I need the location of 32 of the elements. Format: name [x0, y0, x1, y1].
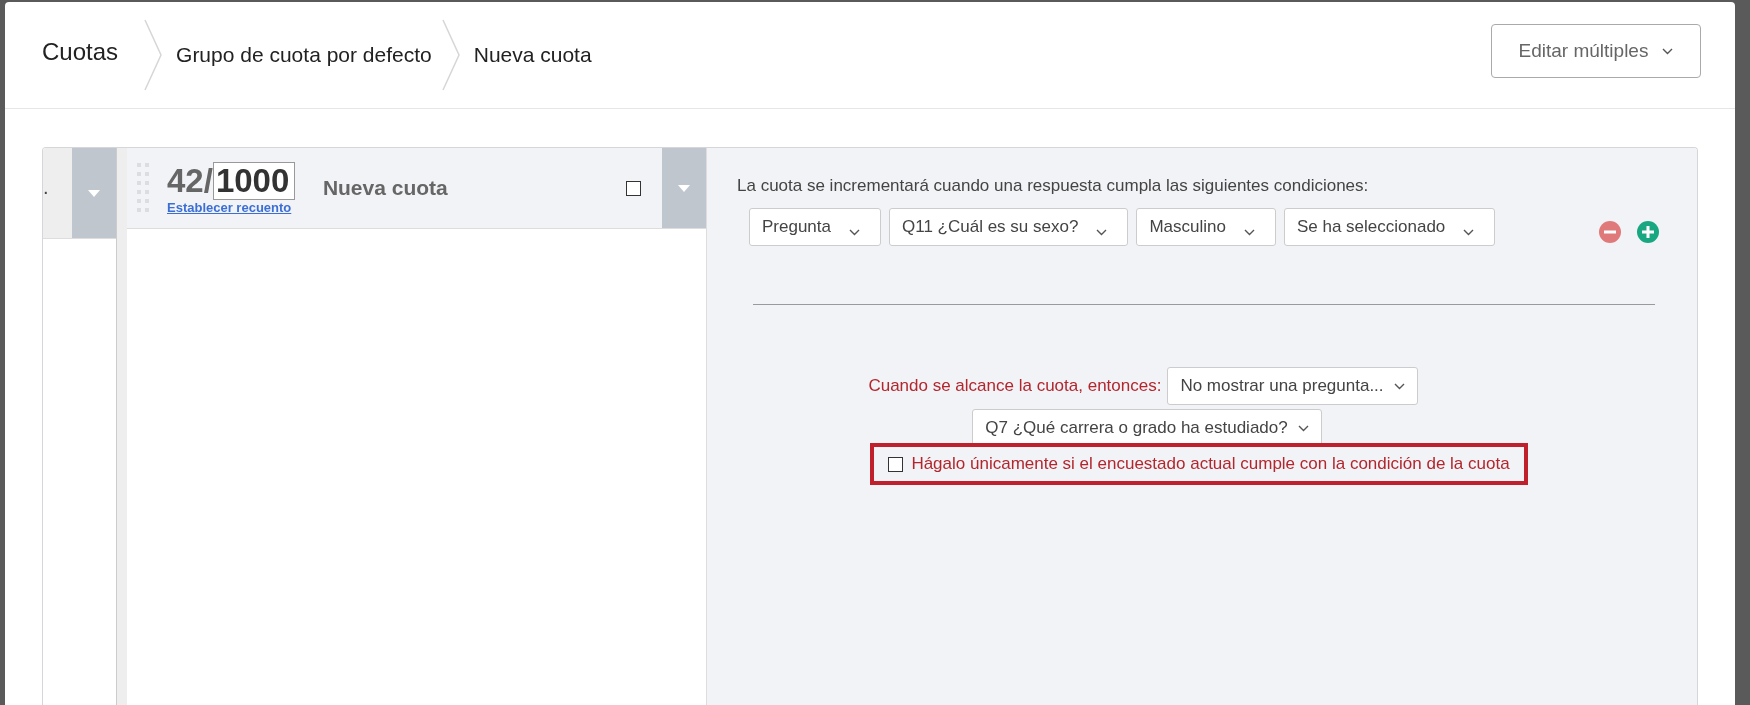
add-condition-icon[interactable] [1637, 221, 1659, 243]
breadcrumb-separator-icon [144, 19, 163, 91]
condition-dropdown[interactable]: Q11 ¿Cuál es su sexo? [889, 208, 1129, 246]
breadcrumb-separator-icon [441, 19, 460, 91]
checkbox[interactable] [888, 456, 904, 472]
chevron-down-icon [1243, 228, 1255, 236]
action-dropdown[interactable]: No mostrar una pregunta... [1167, 367, 1418, 405]
page-title: Cuotas [42, 38, 119, 66]
chevron-down-icon [1662, 47, 1674, 55]
caret-down-icon [678, 184, 690, 192]
breadcrumb-item[interactable]: Grupo de cuota por defecto [176, 43, 432, 67]
response-count: 42/ [167, 161, 213, 200]
edit-multiple-dropdown[interactable]: Editar múltiples [1491, 24, 1701, 78]
chevron-down-icon [1463, 228, 1475, 236]
chevron-down-icon [849, 228, 860, 236]
checkbox-label: Hágalo únicamente si el encuestado actual cumple con la condición de la cuota [911, 454, 1510, 474]
condition-dropdown[interactable]: Se ha seleccionado [1283, 208, 1496, 246]
breadcrumb-item[interactable]: Nueva cuota [473, 43, 592, 67]
chevron-down-icon [1297, 424, 1309, 432]
condition-dropdown[interactable]: Masculino [1136, 208, 1276, 246]
chevron-down-icon [1096, 228, 1108, 236]
condition-dropdown[interactable]: Pregunta [749, 208, 881, 246]
condition-description: La cuota se incrementará cuando una respuesta cumpla las siguientes condiciones: [737, 176, 1370, 196]
chevron-down-icon [1393, 382, 1405, 390]
set-count-link[interactable]: Establecer recuento [167, 199, 295, 215]
checkbox[interactable] [626, 180, 641, 196]
caret-down-icon [88, 189, 100, 197]
quota-limit-input[interactable]: 1000 [212, 161, 295, 200]
quota-name: . [43, 175, 50, 200]
remove-condition-icon[interactable] [1599, 221, 1621, 243]
action-label: Cuando se alcance la cuota, entonces: [868, 376, 1162, 396]
quota-name: Nueva cuota [322, 176, 448, 200]
